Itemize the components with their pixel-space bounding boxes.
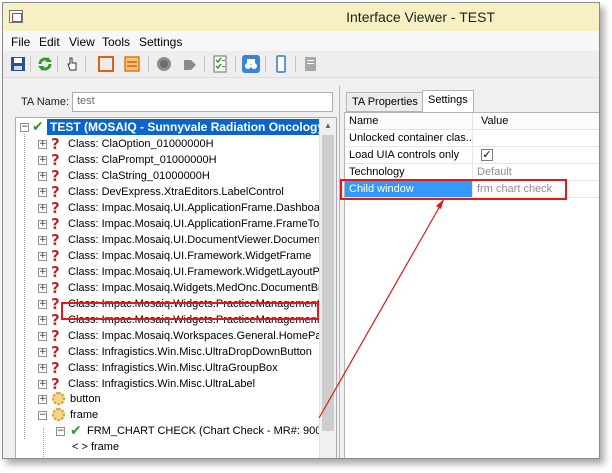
interface-viewer-window: Interface Viewer - TEST File Edit View T…	[2, 2, 600, 459]
annotation-arrow	[318, 198, 445, 419]
